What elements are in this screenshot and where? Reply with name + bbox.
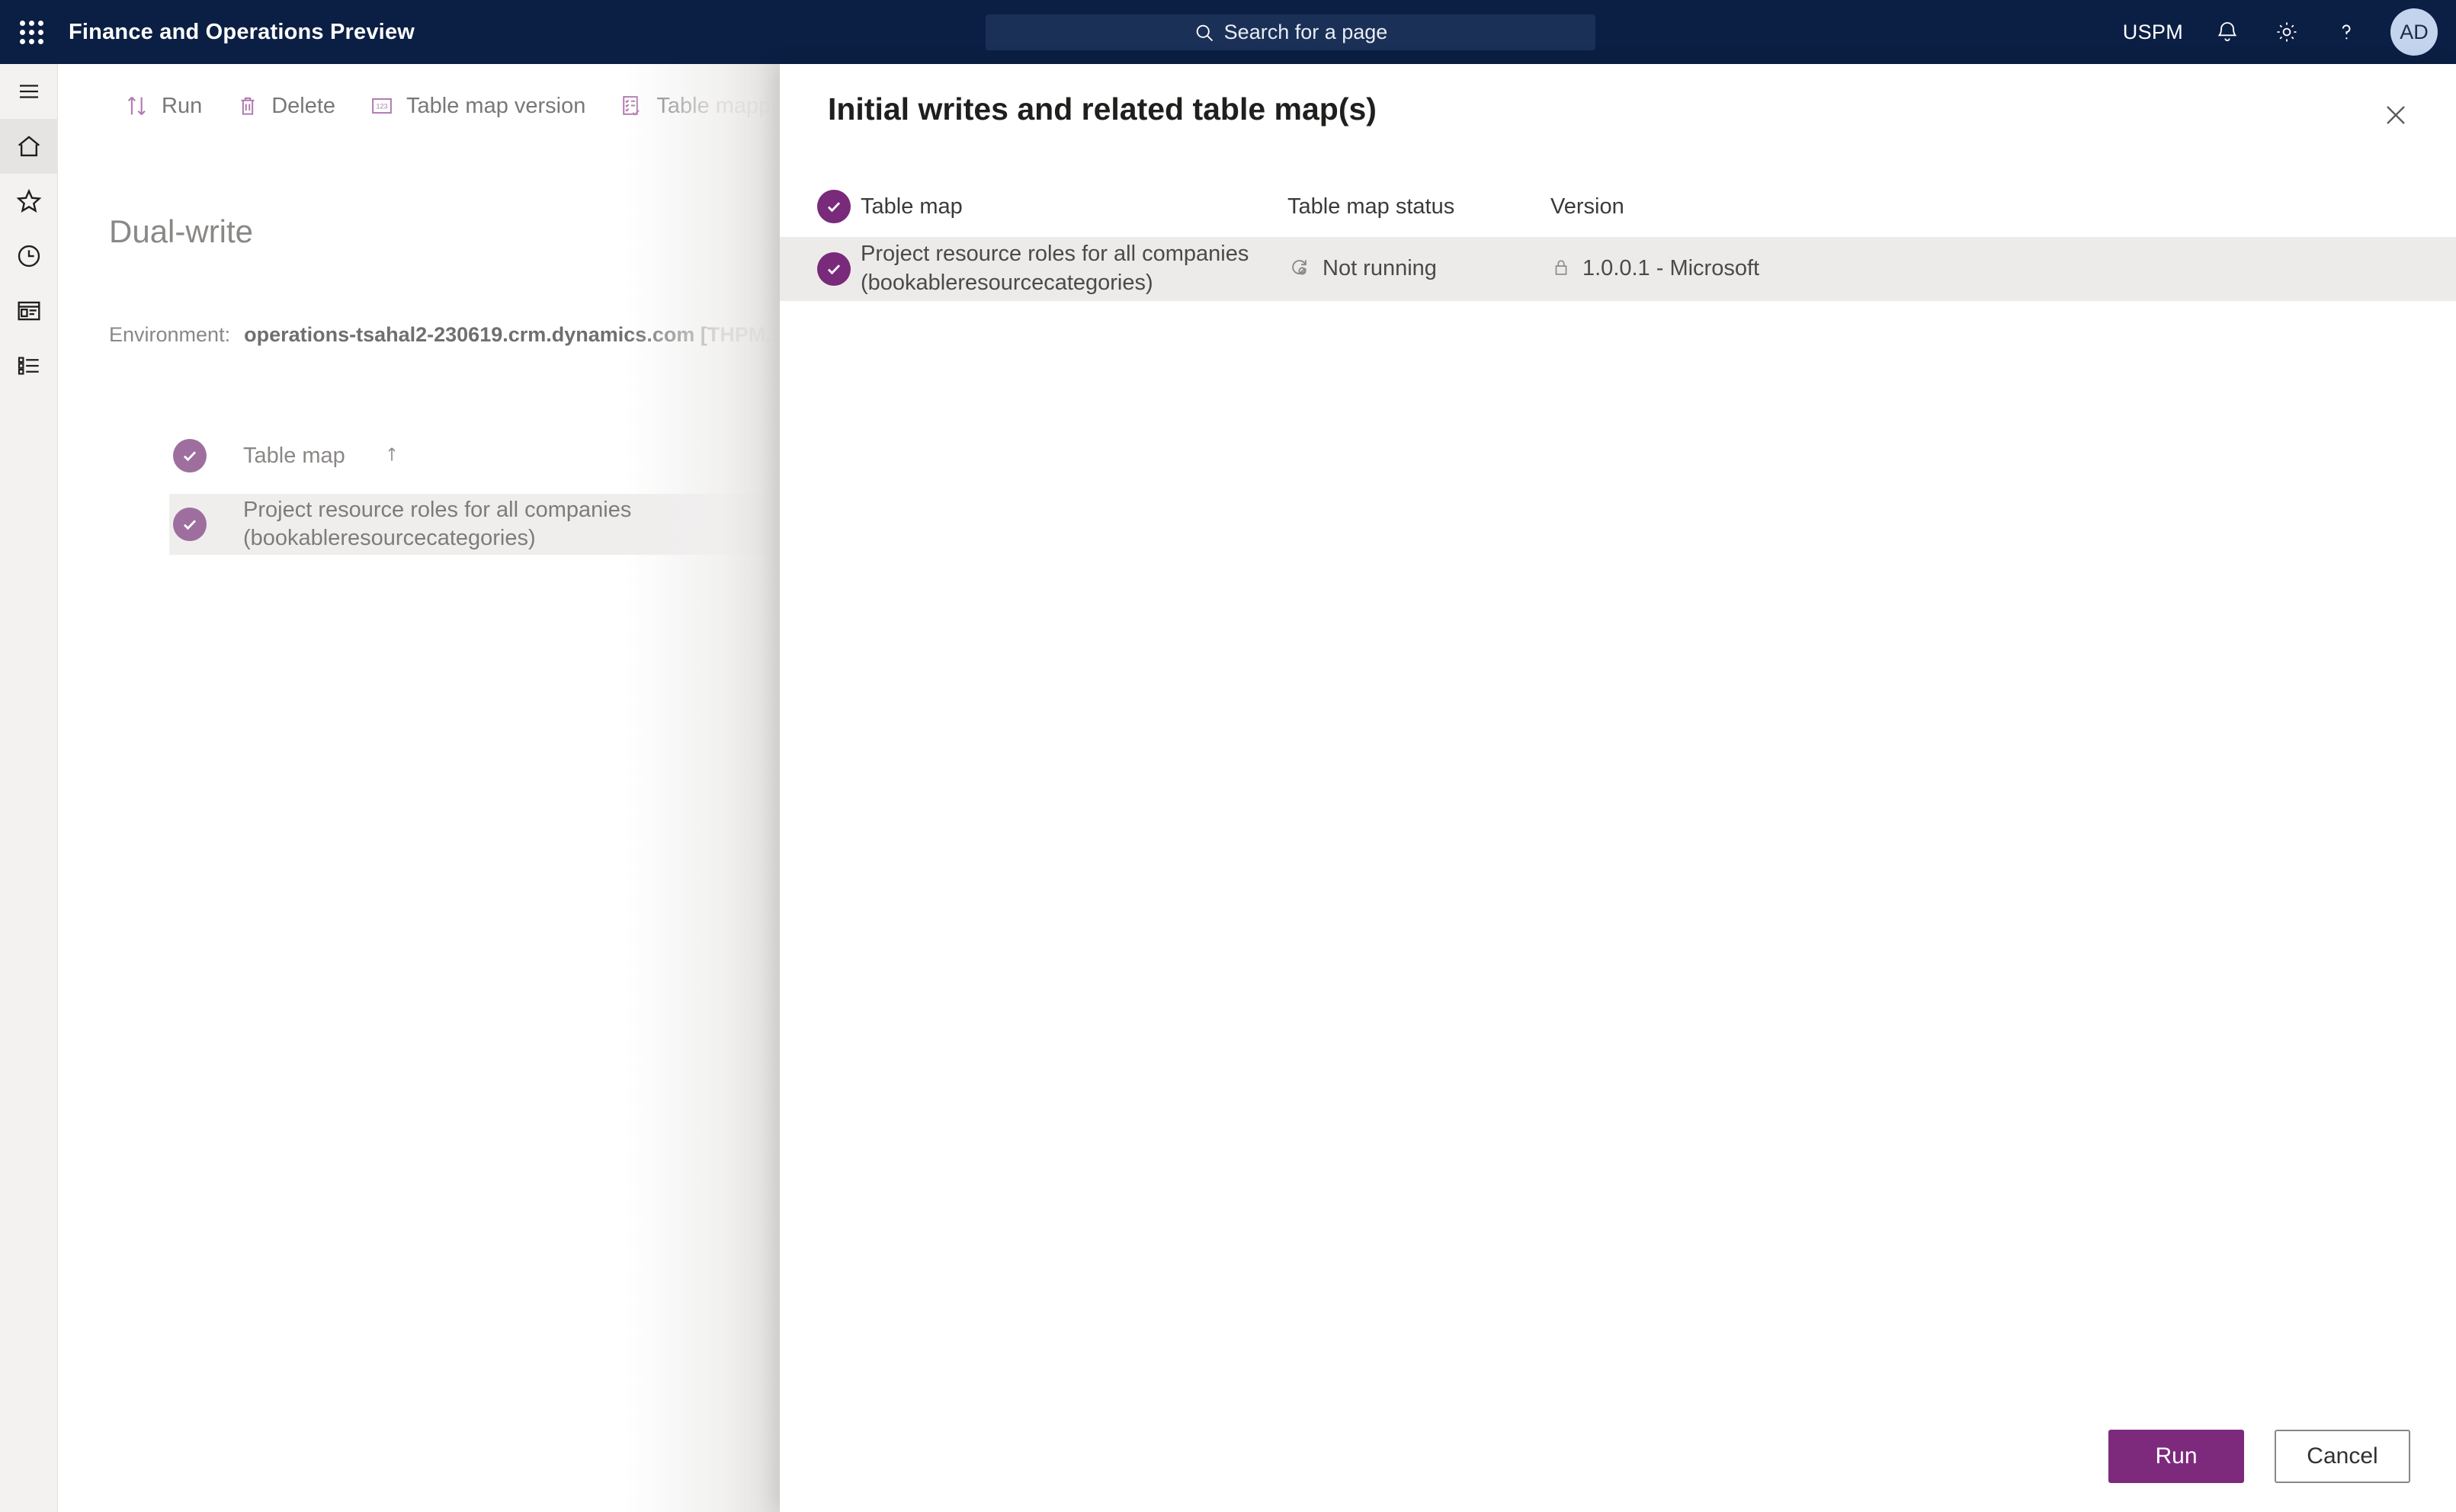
row-checkbox-icon[interactable] <box>173 508 207 541</box>
select-all-checkbox-icon[interactable] <box>173 439 207 472</box>
close-icon[interactable] <box>2372 91 2419 139</box>
grid-header-row: Table map Table map status Version <box>780 176 2456 237</box>
sort-arrows-icon <box>127 96 146 116</box>
grid-header-table-map-label: Table map <box>861 194 963 219</box>
environment-label: Environment: <box>109 323 231 346</box>
toolbar-run-button[interactable]: Run <box>107 82 219 130</box>
toolbar-run-label: Run <box>162 93 203 118</box>
checklist-icon <box>623 96 640 116</box>
star-icon[interactable] <box>0 174 58 229</box>
environment-value: operations-tsahal2-230619.crm.dynamics.c… <box>244 323 783 346</box>
top-navigation-bar: Finance and Operations Preview Search fo… <box>0 0 2456 64</box>
trash-icon <box>241 97 255 115</box>
bell-icon[interactable] <box>2212 17 2243 47</box>
search-icon <box>1194 22 1215 43</box>
lock-icon <box>1550 257 1572 282</box>
screen: Finance and Operations Preview Search fo… <box>0 0 2456 1512</box>
row-table-map-cell: Project resource roles for all companies… <box>861 240 1287 297</box>
list-item[interactable]: Project resource roles for all companies… <box>169 494 871 555</box>
toolbar-table-map-version-label: Table map version <box>406 93 586 118</box>
grid-header-table-map[interactable]: Table map <box>861 194 1287 219</box>
row-version-label: 1.0.0.1 - Microsoft <box>1582 256 1760 281</box>
row-checkbox-icon[interactable] <box>817 252 851 286</box>
dialog-title: Initial writes and related table map(s) <box>828 91 1377 127</box>
sort-ascending-arrow-icon[interactable] <box>382 443 402 469</box>
not-running-icon <box>1287 255 1312 284</box>
home-icon[interactable] <box>0 119 58 174</box>
row-status-cell: Not running <box>1287 255 1550 284</box>
toolbar-delete-label: Delete <box>271 93 336 118</box>
row-status-label: Not running <box>1323 256 1437 281</box>
row-table-map-line2: (bookableresourcecategories) <box>861 271 1153 295</box>
cancel-button[interactable]: Cancel <box>2275 1430 2410 1483</box>
table-map-header-label: Table map <box>243 443 345 468</box>
left-navigation-rail <box>0 64 58 1512</box>
environment-row: Environment: operations-tsahal2-230619.c… <box>109 323 783 347</box>
toolbar-delete-button[interactable]: Delete <box>219 82 352 130</box>
toolbar-table-mapping-label: Table mappi <box>656 93 776 118</box>
list-item-line1: Project resource roles for all companies <box>243 497 632 522</box>
grid-select-all-cell[interactable] <box>780 190 861 223</box>
toolbar-table-map-version-button[interactable]: 123 Table map version <box>352 82 602 130</box>
list-item-label: Project resource roles for all companies… <box>243 496 631 553</box>
page-title: Dual-write <box>109 213 254 249</box>
row-table-map-line1: Project resource roles for all companies <box>861 242 1249 267</box>
app-title: Finance and Operations Preview <box>69 19 415 44</box>
action-toolbar: Run Delete 123 Table map version Table m… <box>107 78 793 134</box>
table-map-column-header[interactable]: Table map <box>173 439 402 472</box>
gear-icon[interactable] <box>2272 17 2302 47</box>
search-input[interactable]: Search for a page <box>986 14 1595 50</box>
grid-header-table-map-status[interactable]: Table map status <box>1287 194 1550 219</box>
row-version-cell: 1.0.0.1 - Microsoft <box>1550 255 1846 284</box>
select-all-checkbox-icon[interactable] <box>817 190 851 223</box>
initial-writes-dialog: Initial writes and related table map(s) … <box>780 64 2456 1512</box>
table-map-grid: Table map Table map status Version Proje… <box>780 176 2456 301</box>
list-icon[interactable] <box>0 338 58 393</box>
list-item-line2: (bookableresourcecategories) <box>243 526 536 550</box>
search-placeholder: Search for a page <box>1223 21 1388 43</box>
grid-header-version[interactable]: Version <box>1550 194 1846 219</box>
run-button[interactable]: Run <box>2108 1430 2244 1483</box>
table-row[interactable]: Project resource roles for all companies… <box>780 237 2456 301</box>
grid-header-version-label: Version <box>1550 194 1624 219</box>
hamburger-menu-icon[interactable] <box>0 64 58 119</box>
toolbar-table-mapping-button[interactable]: Table mappi <box>602 82 792 130</box>
question-mark-icon[interactable] <box>2331 17 2361 47</box>
numbers-123-icon: 123 <box>372 98 392 114</box>
clock-icon[interactable] <box>0 229 58 284</box>
app-launcher-icon[interactable] <box>14 14 49 50</box>
company-selector[interactable]: USPM <box>2123 21 2183 44</box>
svg-text:123: 123 <box>376 102 387 110</box>
dialog-footer: Run Cancel <box>780 1401 2456 1512</box>
grid-header-status-label: Table map status <box>1287 194 1455 219</box>
row-select-cell[interactable] <box>780 252 861 286</box>
workspace-icon[interactable] <box>0 284 58 338</box>
avatar[interactable]: AD <box>2390 8 2438 56</box>
navbar-right-group: USPM AD <box>2123 0 2438 64</box>
